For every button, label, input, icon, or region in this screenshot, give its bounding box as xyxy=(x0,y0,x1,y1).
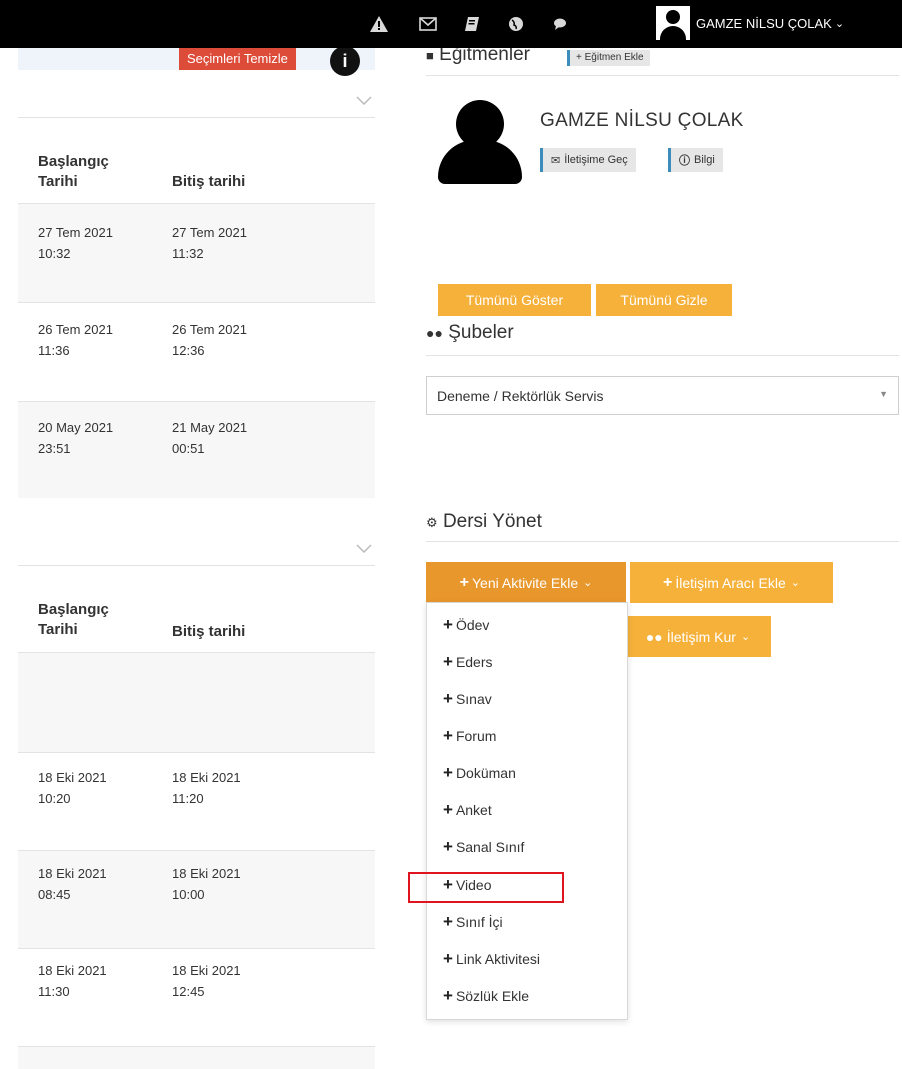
users-icon: ●● xyxy=(426,325,443,341)
menu-item-odev[interactable]: + Ödev xyxy=(443,615,489,635)
end-date-cell: 26 Tem 2021 12:36 xyxy=(172,322,247,358)
show-all-button[interactable]: Tümünü Göster xyxy=(438,284,591,316)
end-date-cell: 21 May 2021 00:51 xyxy=(172,420,248,456)
warning-icon[interactable] xyxy=(365,10,393,38)
chevron-down-icon[interactable] xyxy=(356,540,372,556)
menu-item-sinav[interactable]: + Sınav xyxy=(443,689,492,709)
mail-icon[interactable] xyxy=(414,10,442,38)
start-date-cell: 18 Eki 2021 11:30 xyxy=(38,963,107,999)
menu-item-sozluk-ekle[interactable]: + Sözlük Ekle xyxy=(443,986,529,1006)
start-date-cell: 27 Tem 2021 10:32 xyxy=(38,225,113,261)
chevron-down-icon: ⌄ xyxy=(834,17,845,30)
divider xyxy=(426,355,899,356)
table-row[interactable]: 18 Eki 2021 08:45 18 Eki 2021 10:00 xyxy=(18,851,375,948)
table-row[interactable] xyxy=(18,653,375,752)
user-icon: ■ xyxy=(426,48,434,63)
menu-item-sinif-ici[interactable]: + Sınıf İçi xyxy=(443,912,503,932)
gears-icon: ⚙ xyxy=(426,515,438,530)
table-row[interactable]: 27 Tem 2021 10:32 27 Tem 2021 11:32 xyxy=(18,204,375,302)
plus-icon: + xyxy=(443,726,453,745)
table-row[interactable]: 26 Tem 2021 11:36 26 Tem 2021 12:36 xyxy=(18,303,375,401)
start-date-cell: 18 Eki 2021 08:45 xyxy=(38,866,107,902)
clear-selection-button[interactable]: Seçimleri Temizle xyxy=(179,48,296,70)
video-highlight-box xyxy=(408,872,564,903)
divider xyxy=(426,75,899,76)
divider xyxy=(18,565,375,566)
end-date-cell: 27 Tem 2021 11:32 xyxy=(172,225,247,261)
avatar xyxy=(656,6,690,40)
plus-icon: + xyxy=(443,837,453,856)
branch-select[interactable]: Deneme / Rektörlük Servis ▼ xyxy=(426,376,899,415)
chevron-down-icon: ⌄ xyxy=(790,577,801,589)
book-icon[interactable] xyxy=(458,10,486,38)
start-date-cell: 20 May 2021 23:51 xyxy=(38,420,114,456)
end-date-cell: 18 Eki 2021 10:00 xyxy=(172,866,241,902)
chevron-down-icon: ⌄ xyxy=(740,631,751,643)
dropdown-arrow-icon: ▼ xyxy=(879,389,888,399)
trainer-name: GAMZE NİLSU ÇOLAK xyxy=(540,110,744,131)
envelope-icon: ✉ xyxy=(551,154,561,167)
chevron-down-icon[interactable] xyxy=(356,92,372,108)
table-row[interactable]: 20 May 2021 23:51 21 May 2021 00:51 xyxy=(18,402,375,498)
start-date-cell: 26 Tem 2021 11:36 xyxy=(38,322,113,358)
plus-icon: + xyxy=(443,912,453,931)
new-activity-menu: + Ödev + Eders + Sınav + Forum + Doküman + Ank… xyxy=(426,602,628,1020)
trainer-avatar xyxy=(438,100,522,184)
plus-icon: + xyxy=(443,689,453,708)
manage-section-title: ⚙ Dersi Yönet xyxy=(426,511,542,532)
chat-icon[interactable] xyxy=(546,10,574,38)
table-row[interactable] xyxy=(18,1047,375,1069)
plus-icon: + xyxy=(443,615,453,634)
end-date-cell: 18 Eki 2021 11:20 xyxy=(172,770,241,806)
column-header-start: Başlangıç Tarihi xyxy=(38,601,109,638)
contact-trainer-button[interactable]: ✉ İletişime Geç xyxy=(540,148,636,172)
plus-icon: + xyxy=(443,652,453,671)
add-comm-tool-button[interactable]: + İletişim Aracı Ekle ⌄ xyxy=(630,562,833,603)
hide-all-button[interactable]: Tümünü Gizle xyxy=(596,284,732,316)
menu-item-link-aktivitesi[interactable]: + Link Aktivitesi xyxy=(443,949,540,969)
new-activity-button[interactable]: + Yeni Aktivite Ekle ⌄ xyxy=(426,562,626,603)
globe-icon[interactable] xyxy=(502,10,530,38)
top-navbar: GAMZE NİLSU ÇOLAK ⌄ xyxy=(0,0,902,48)
plus-icon: + xyxy=(459,573,469,591)
plus-icon: + xyxy=(443,986,453,1005)
plus-icon: + xyxy=(662,573,673,591)
table-row[interactable]: 18 Eki 2021 11:30 18 Eki 2021 12:45 xyxy=(18,949,375,1046)
trainer-info-button[interactable]: ⓘ Bilgi xyxy=(668,148,723,172)
add-trainer-button[interactable]: + Eğitmen Ekle xyxy=(567,50,650,66)
branches-section-title: ●● Şubeler xyxy=(426,322,514,343)
plus-icon: + xyxy=(443,763,453,782)
column-header-end: Bitiş tarihi xyxy=(172,173,246,190)
info-circle-icon: ⓘ xyxy=(679,155,690,167)
table-row[interactable]: 18 Eki 2021 10:20 18 Eki 2021 11:20 xyxy=(18,753,375,850)
contact-button[interactable]: ●● İletişim Kur ⌄ xyxy=(625,616,771,657)
end-date-cell: 18 Eki 2021 12:45 xyxy=(172,963,241,999)
menu-item-dokuman[interactable]: + Doküman xyxy=(443,763,516,783)
user-menu[interactable]: GAMZE NİLSU ÇOLAK ⌄ xyxy=(656,6,844,40)
menu-item-forum[interactable]: + Forum xyxy=(443,726,496,746)
start-date-cell: 18 Eki 2021 10:20 xyxy=(38,770,107,806)
plus-icon: + xyxy=(443,949,453,968)
menu-item-eders[interactable]: + Eders xyxy=(443,652,493,672)
chevron-down-icon: ⌄ xyxy=(583,577,593,589)
menu-item-sanal-sinif[interactable]: + Sanal Sınıf xyxy=(443,837,524,857)
divider xyxy=(426,541,899,542)
info-icon[interactable]: i xyxy=(330,46,360,76)
user-name: GAMZE NİLSU ÇOLAK xyxy=(696,15,832,31)
users-icon: ●● xyxy=(645,628,663,645)
menu-item-anket[interactable]: + Anket xyxy=(443,800,492,820)
divider xyxy=(18,117,375,118)
column-header-end: Bitiş tarihi xyxy=(172,623,246,640)
column-header-start: Başlangıç Tarihi xyxy=(38,153,109,190)
plus-icon: + xyxy=(443,800,453,819)
